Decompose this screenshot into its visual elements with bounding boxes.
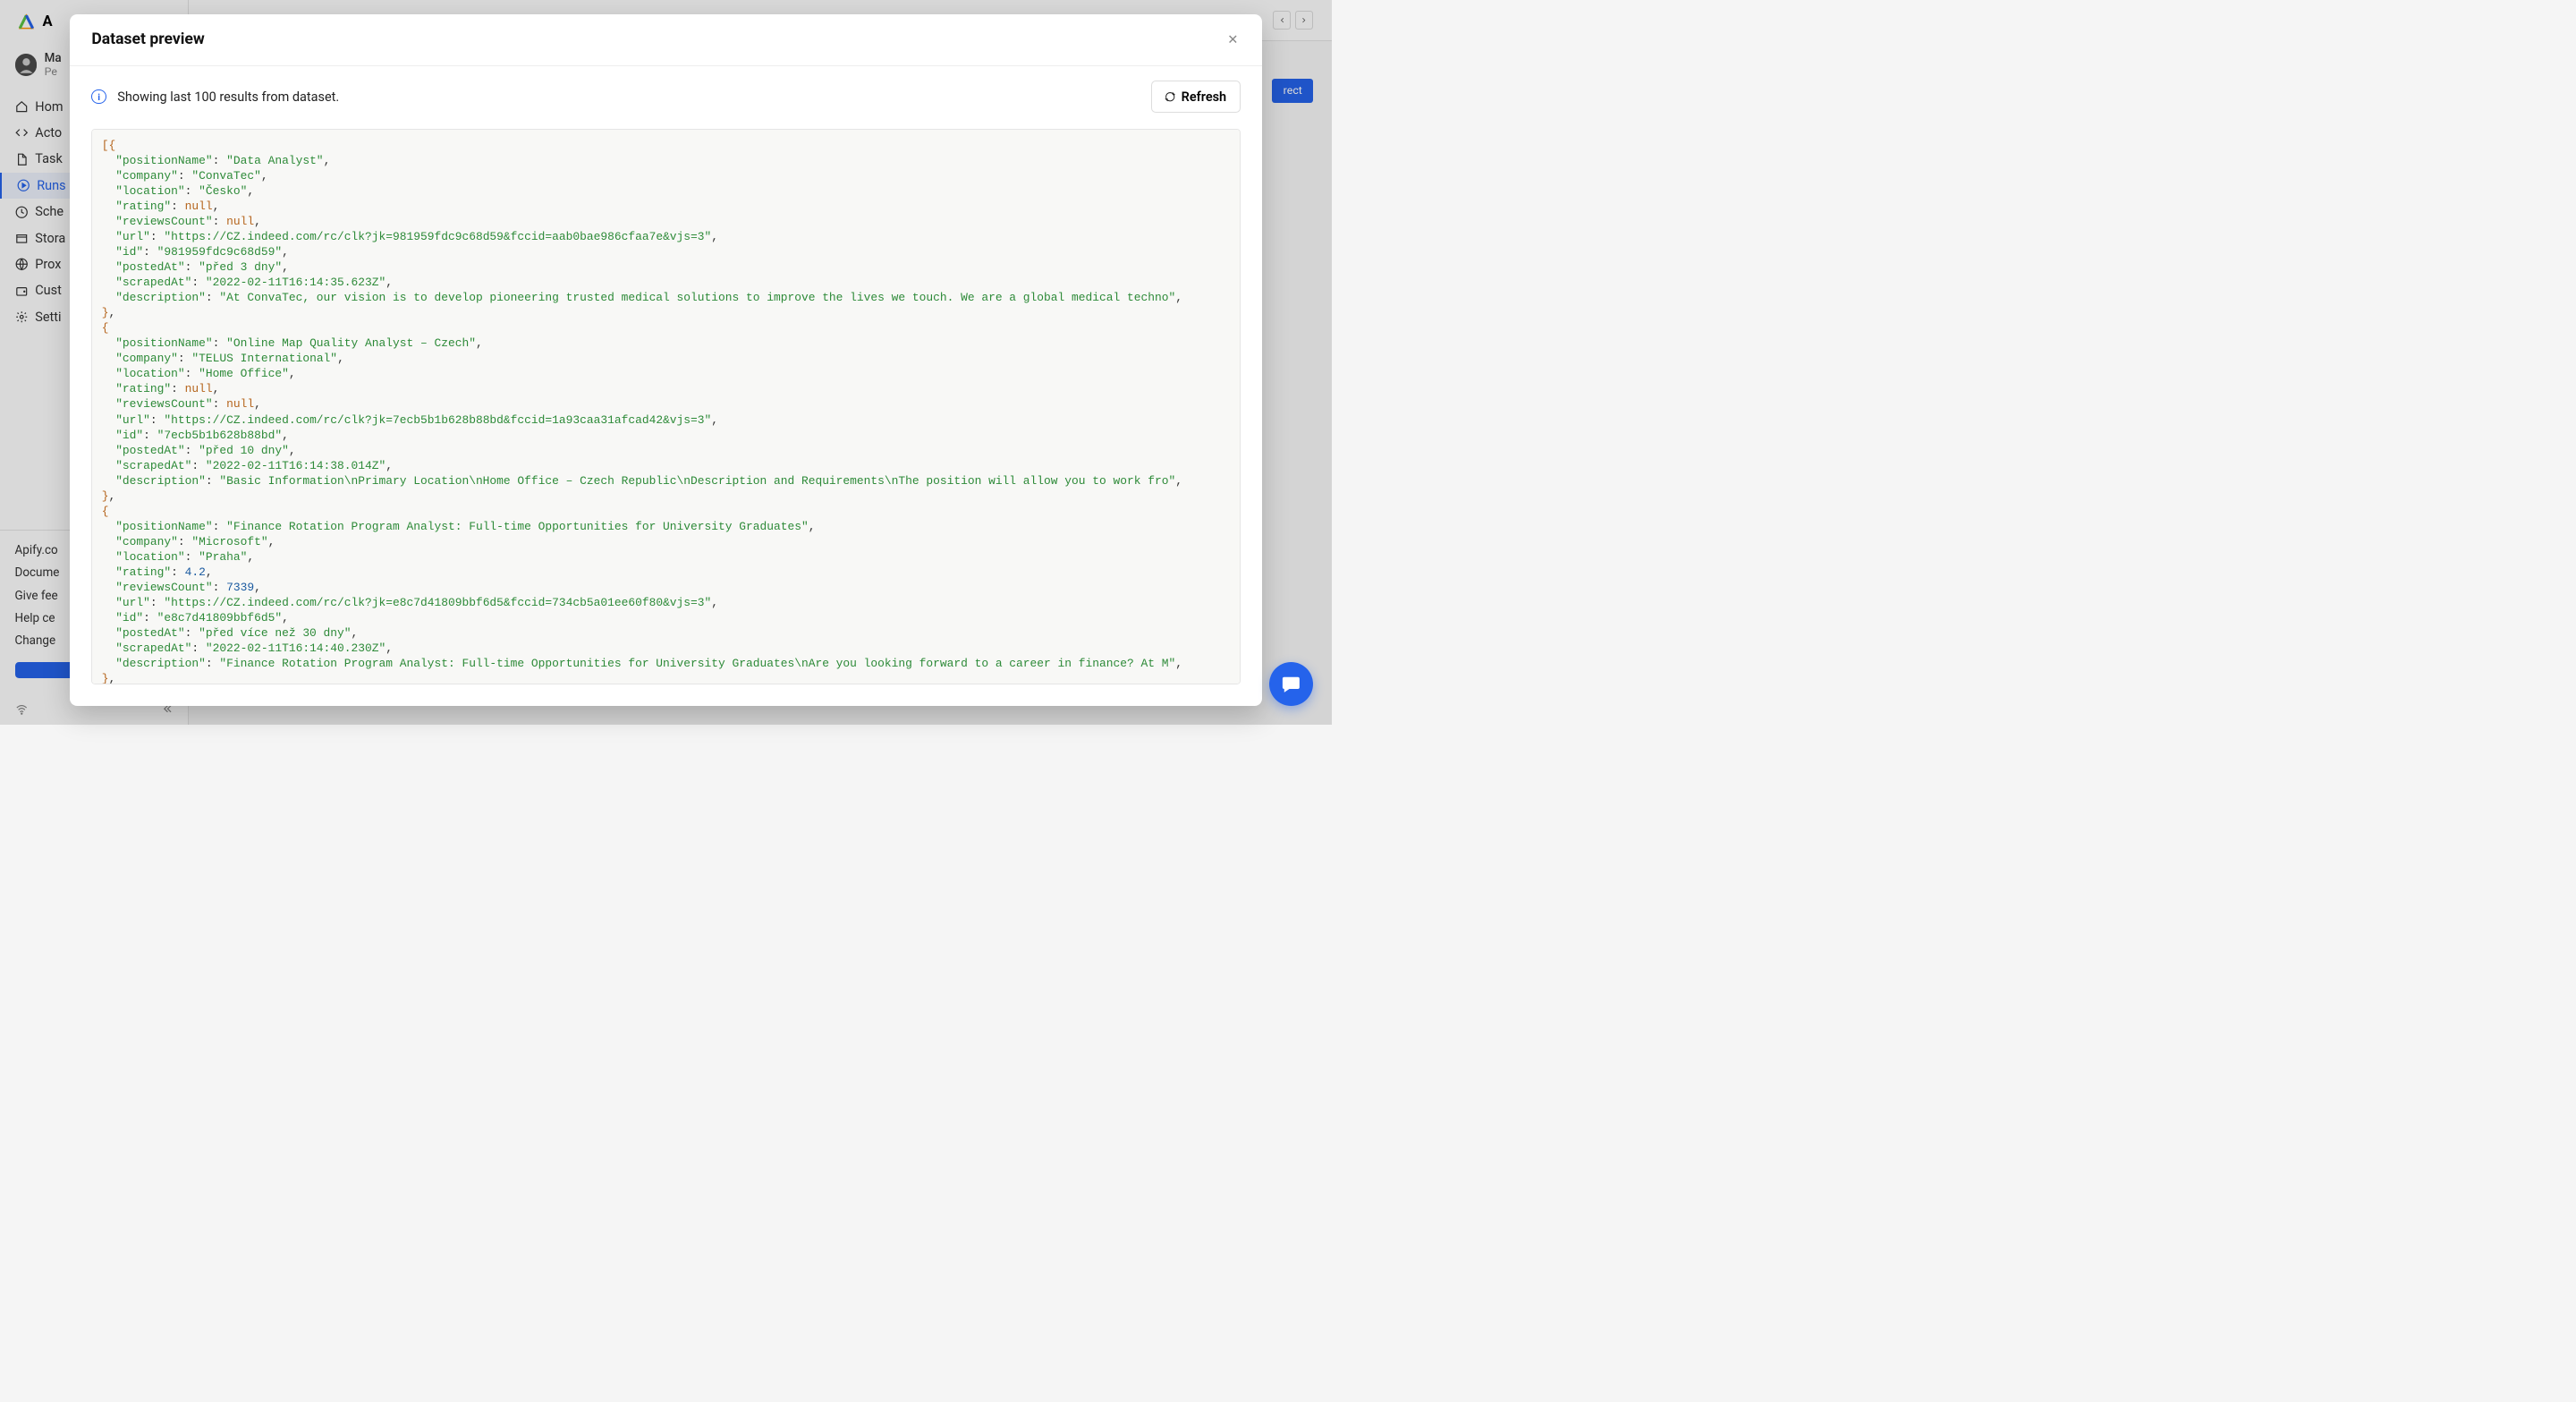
modal-header: Dataset preview ✕ bbox=[70, 14, 1263, 66]
refresh-label: Refresh bbox=[1182, 89, 1227, 105]
info-icon: i bbox=[91, 89, 106, 105]
modal-body: [{ "positionName": "Data Analyst", "comp… bbox=[70, 118, 1263, 706]
refresh-icon bbox=[1165, 91, 1175, 102]
modal-title: Dataset preview bbox=[91, 30, 204, 48]
info-block: i Showing last 100 results from dataset. bbox=[91, 89, 339, 105]
info-text: Showing last 100 results from dataset. bbox=[117, 89, 339, 105]
modal-toolbar: i Showing last 100 results from dataset.… bbox=[70, 66, 1263, 118]
close-icon[interactable]: ✕ bbox=[1225, 32, 1241, 47]
dataset-preview-modal: Dataset preview ✕ i Showing last 100 res… bbox=[70, 14, 1263, 707]
json-preview[interactable]: [{ "positionName": "Data Analyst", "comp… bbox=[91, 129, 1240, 684]
refresh-button[interactable]: Refresh bbox=[1151, 81, 1241, 113]
